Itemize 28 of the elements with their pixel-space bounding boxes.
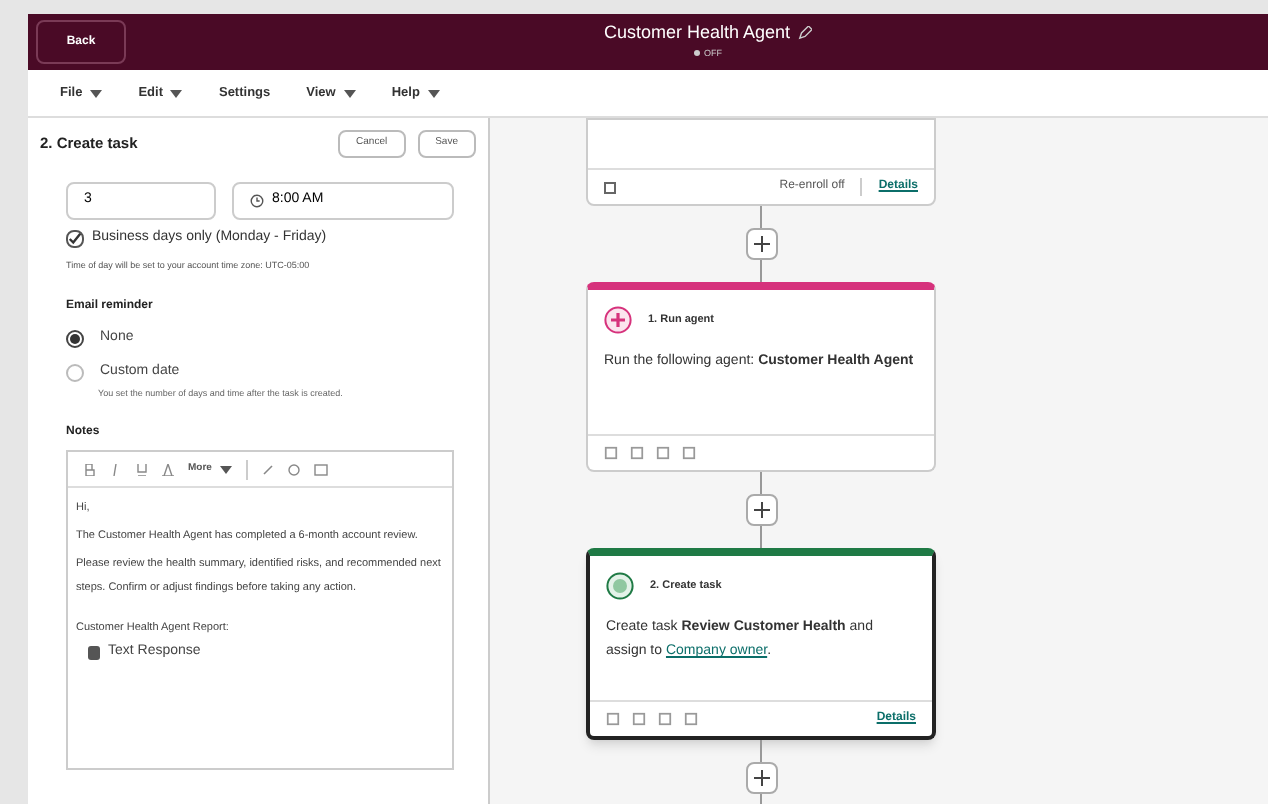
status-dot-icon xyxy=(694,50,700,57)
checkbox-icon xyxy=(604,181,616,193)
plus-icon xyxy=(753,236,769,252)
check-icon xyxy=(68,231,82,246)
bold-icon[interactable] xyxy=(84,463,96,476)
notes-editor[interactable] xyxy=(66,450,454,771)
caret-icon xyxy=(219,465,232,474)
checkbox[interactable] xyxy=(66,229,84,248)
add-step-button[interactable] xyxy=(745,762,777,794)
radio-button[interactable] xyxy=(66,330,84,348)
task-icon xyxy=(606,572,634,600)
window-title: Customer Health Agent xyxy=(603,20,791,46)
italic-icon[interactable] xyxy=(110,463,122,476)
underline-icon[interactable] xyxy=(136,463,148,476)
plus-icon xyxy=(753,502,769,518)
radio-button[interactable] xyxy=(66,363,84,381)
add-step-button[interactable] xyxy=(745,228,777,260)
caret-icon xyxy=(427,89,440,97)
pencil-icon[interactable] xyxy=(798,26,813,41)
add-step-button[interactable] xyxy=(745,494,777,526)
caret-icon xyxy=(343,89,356,97)
caret-icon xyxy=(90,89,103,97)
clock-icon xyxy=(250,194,264,208)
plus-circle-icon xyxy=(604,306,632,334)
caret-icon xyxy=(170,89,183,97)
database-icon xyxy=(88,645,100,660)
plus-icon xyxy=(753,770,769,786)
text-color-icon[interactable] xyxy=(162,463,174,476)
